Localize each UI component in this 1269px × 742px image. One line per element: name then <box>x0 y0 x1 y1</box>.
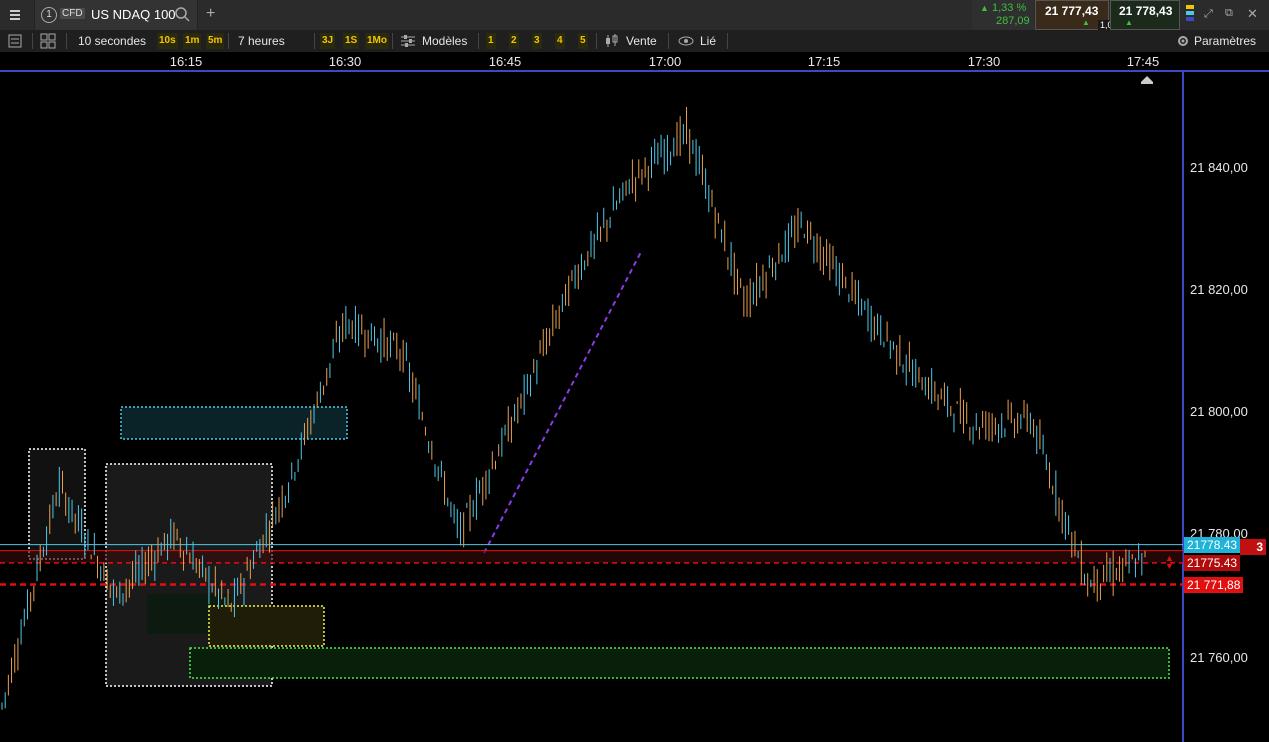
zone-white-small[interactable] <box>28 448 86 560</box>
interval-5m-button[interactable]: 5m <box>206 33 225 49</box>
eye-icon <box>678 30 694 52</box>
price-tick: 21 820,00 <box>1190 282 1248 297</box>
model-3-button[interactable]: 3 <box>532 33 542 49</box>
divider <box>392 33 393 49</box>
up-arrow-icon: ▲ <box>980 3 989 13</box>
tab-number-badge: 1 <box>41 7 57 23</box>
price-tick: 21 800,00 <box>1190 404 1248 419</box>
time-tick: 17:45 <box>1126 54 1160 69</box>
level-band <box>0 550 1183 563</box>
up-arrow-icon: ▲ <box>1082 18 1090 27</box>
chart-toolbar: 10 secondes 10s 1m 5m 7 heures 3J 1S 1Mo… <box>0 30 1269 53</box>
scroll-end-icon[interactable] <box>1141 76 1153 84</box>
close-icon[interactable]: ✕ <box>1247 6 1258 22</box>
grid-layout-icon[interactable] <box>40 30 56 52</box>
sell-price: 21 777,43 <box>1045 4 1099 18</box>
instrument-title: US NDAQ 100 <box>91 7 176 22</box>
model-5-button[interactable]: 5 <box>578 33 588 49</box>
dashed-price-label: 21 771,88 <box>1184 577 1244 593</box>
model-2-button[interactable]: 2 <box>509 33 519 49</box>
price-tick: 21 760,00 <box>1190 650 1248 665</box>
truncated-price-label: 3 <box>1240 539 1266 555</box>
time-axis: 16:15 16:30 16:45 17:00 17:15 17:30 17:4… <box>0 52 1269 70</box>
divider <box>727 33 728 49</box>
up-arrow-icon: ▲ <box>1125 18 1133 27</box>
interval-10s-button[interactable]: 10s <box>157 33 178 49</box>
color-tag-icon[interactable] <box>1185 3 1195 27</box>
buy-price: 21 778,43 <box>1119 4 1173 18</box>
instrument-tab[interactable]: 1 CFD US NDAQ 100 <box>34 0 198 30</box>
divider <box>668 33 669 49</box>
expand-icon[interactable]: ⤢ <box>1204 8 1213 21</box>
time-tick: 17:15 <box>807 54 841 69</box>
top-bar: 1 CFD US NDAQ 100 + ▲ 1,33 % 287,09 21 7… <box>0 0 1269 31</box>
level-price-label: 21775.43 <box>1184 555 1241 571</box>
sliders-icon <box>400 30 416 52</box>
price-tick: 21 840,00 <box>1190 160 1248 175</box>
divider <box>66 33 67 49</box>
zone-green[interactable] <box>189 647 1170 679</box>
range-3j-button[interactable]: 3J <box>320 33 336 49</box>
zone-cyan[interactable] <box>120 406 348 440</box>
settings-button[interactable]: Paramètres <box>1194 30 1256 52</box>
divider <box>32 33 33 49</box>
trend-line[interactable] <box>483 249 643 554</box>
interval-1m-button[interactable]: 1m <box>183 33 202 49</box>
divider <box>314 33 315 49</box>
divider <box>596 33 597 49</box>
price-chart[interactable]: 21 840,00 21 820,00 21 800,00 21 780,00 … <box>0 72 1269 742</box>
divider <box>478 33 479 49</box>
range-1s-button[interactable]: 1S <box>343 33 360 49</box>
chart-canvas[interactable] <box>0 72 1269 742</box>
menu-icon[interactable] <box>6 6 24 24</box>
time-tick: 16:45 <box>488 54 522 69</box>
popout-icon[interactable]: ⧉ <box>1225 7 1233 20</box>
add-tab-button[interactable]: + <box>206 5 215 23</box>
drag-handle-icon[interactable]: ▲ ▼ <box>1165 554 1174 571</box>
time-tick: 16:15 <box>169 54 203 69</box>
current-price-label: 21778.43 <box>1184 537 1241 553</box>
candles-icon <box>604 30 620 52</box>
model-1-button[interactable]: 1 <box>486 33 496 49</box>
model-4-button[interactable]: 4 <box>555 33 565 49</box>
buy-price-button[interactable]: 21 778,43 ▲ <box>1110 0 1180 30</box>
cfd-badge: CFD <box>60 8 85 19</box>
sell-mode-button[interactable]: Vente <box>626 30 657 52</box>
time-tick: 17:30 <box>967 54 1001 69</box>
change-panel: ▲ 1,33 % 287,09 <box>972 0 1034 30</box>
linked-button[interactable]: Lié <box>700 30 716 52</box>
models-button[interactable]: Modèles <box>422 30 467 52</box>
interval-select[interactable]: 10 secondes <box>78 30 146 52</box>
time-tick: 17:00 <box>648 54 682 69</box>
search-icon[interactable] <box>175 7 191 28</box>
zone-yellow[interactable] <box>208 605 325 647</box>
time-tick: 16:30 <box>328 54 362 69</box>
gear-icon <box>1176 30 1190 52</box>
range-1mo-button[interactable]: 1Mo <box>365 33 389 49</box>
range-select[interactable]: 7 heures <box>238 30 285 52</box>
divider <box>228 33 229 49</box>
list-icon[interactable] <box>8 30 22 52</box>
change-abs: 287,09 <box>996 15 1030 27</box>
change-pct: 1,33 % <box>992 2 1027 14</box>
